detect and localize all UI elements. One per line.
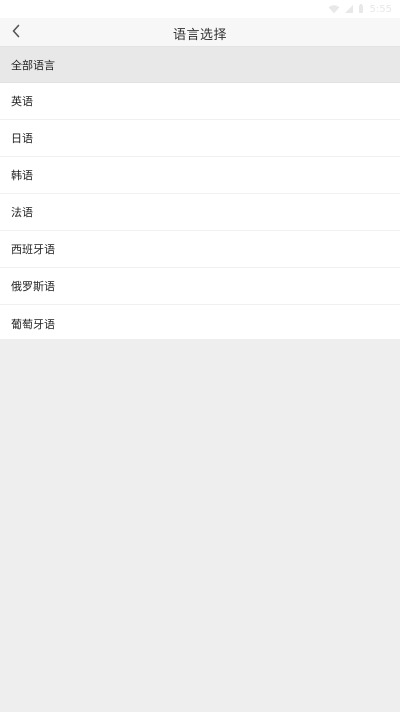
status-time: 5:55 — [369, 3, 392, 15]
list-item-korean[interactable]: 韩语 — [0, 157, 400, 194]
status-bar: 5:55 — [0, 0, 400, 18]
wifi-icon — [328, 4, 340, 14]
list-item-russian[interactable]: 俄罗斯语 — [0, 268, 400, 305]
list-header-all-languages: 全部语言 — [0, 47, 400, 83]
list-item-spanish[interactable]: 西班牙语 — [0, 231, 400, 268]
list-item-french[interactable]: 法语 — [0, 194, 400, 231]
top-navigation-bar: 语言选择 — [0, 18, 400, 47]
empty-content-area — [0, 339, 400, 712]
page-title: 语言选择 — [172, 28, 227, 43]
language-list: 全部语言 英语 日语 韩语 法语 西班牙语 俄罗斯语 葡萄牙语 — [0, 47, 400, 342]
language-selection-screen: 5:55 语言选择 全部语言 英语 日语 韩语 法语 西班牙语 俄罗斯语 葡萄牙… — [0, 0, 400, 712]
battery-icon — [358, 4, 364, 14]
list-item-english[interactable]: 英语 — [0, 83, 400, 120]
list-item-japanese[interactable]: 日语 — [0, 120, 400, 157]
signal-icon — [344, 4, 354, 14]
list-item-portuguese[interactable]: 葡萄牙语 — [0, 305, 400, 342]
